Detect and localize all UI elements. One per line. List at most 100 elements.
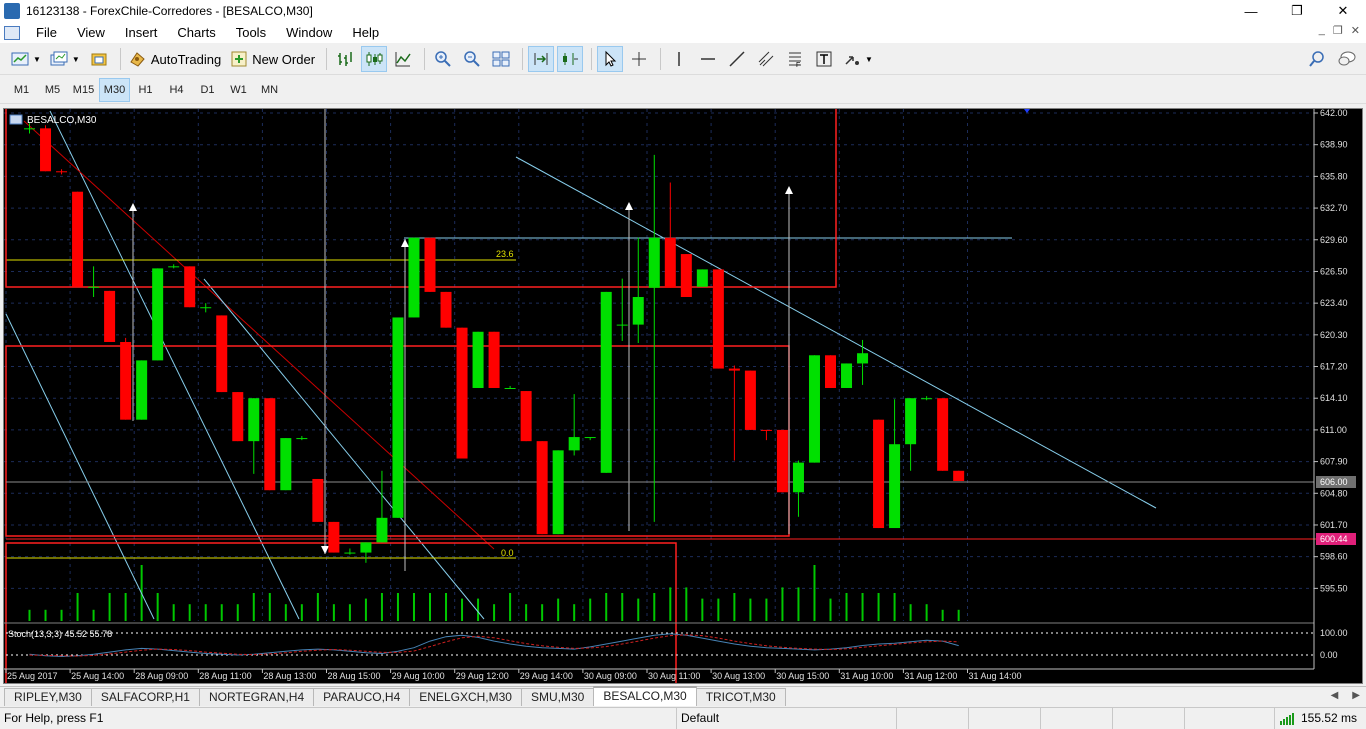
menu-view[interactable]: View: [67, 22, 115, 43]
candle-body[interactable]: [264, 398, 276, 491]
price-chart[interactable]: 642.00 638.90 635.80 632.70 629.60 626.50 623.…: [4, 109, 1362, 683]
candle-body[interactable]: [552, 450, 564, 535]
candle-body[interactable]: [472, 331, 484, 388]
menu-help[interactable]: Help: [342, 22, 389, 43]
tab-nortegran[interactable]: NORTEGRAN,H4: [198, 688, 315, 706]
candle-body[interactable]: [88, 286, 100, 288]
profiles-button[interactable]: ▼: [47, 46, 83, 72]
timeframe-mn[interactable]: MN: [254, 78, 285, 102]
tab-scroll-left-icon[interactable]: ◀: [1331, 690, 1339, 701]
candle-body[interactable]: [360, 542, 372, 553]
arrow-up-marker[interactable]: [401, 239, 409, 247]
candle-body[interactable]: [728, 368, 740, 371]
candle-body[interactable]: [312, 478, 324, 522]
candle-body[interactable]: [921, 398, 933, 400]
arrow-down-marker[interactable]: [321, 546, 329, 554]
candle-body[interactable]: [680, 254, 692, 298]
candle-body[interactable]: [216, 315, 228, 393]
candle-body[interactable]: [328, 521, 340, 553]
rectangle-zone-3[interactable]: [5, 542, 677, 683]
search-button[interactable]: [1308, 50, 1326, 71]
zoom-out-button[interactable]: [459, 46, 485, 72]
horizontal-line-button[interactable]: [695, 46, 721, 72]
new-chart-button[interactable]: ▼: [8, 46, 44, 72]
menu-window[interactable]: Window: [276, 22, 342, 43]
candle-body[interactable]: [905, 398, 917, 445]
candle-body[interactable]: [937, 398, 949, 471]
candle-body[interactable]: [632, 297, 644, 325]
tab-tricot[interactable]: TRICOT,M30: [695, 688, 786, 706]
candle-body[interactable]: [168, 266, 180, 268]
candle-body[interactable]: [776, 429, 788, 493]
arrows-tool-button[interactable]: ▼: [840, 46, 876, 72]
candle-body[interactable]: [120, 341, 132, 420]
trendline-button[interactable]: [724, 46, 750, 72]
candle-body[interactable]: [488, 331, 500, 388]
candle-body[interactable]: [392, 317, 404, 518]
candle-body[interactable]: [200, 307, 212, 309]
candle-body[interactable]: [889, 444, 901, 529]
chart-shift-button[interactable]: [557, 46, 584, 72]
candle-body[interactable]: [248, 398, 260, 442]
candle-body[interactable]: [808, 355, 820, 463]
vertical-line-button[interactable]: [666, 46, 692, 72]
status-profile[interactable]: Default: [676, 707, 896, 729]
candle-body[interactable]: [696, 269, 708, 287]
bar-chart-button[interactable]: [332, 46, 358, 72]
candle-body[interactable]: [664, 237, 676, 288]
connection-status[interactable]: 155.52 ms: [1274, 707, 1366, 729]
candle-body[interactable]: [376, 517, 388, 543]
tile-windows-button[interactable]: [488, 46, 514, 72]
menu-charts[interactable]: Charts: [167, 22, 225, 43]
tab-besalco[interactable]: BESALCO,M30: [593, 686, 697, 706]
candle-body[interactable]: [24, 128, 35, 130]
menu-tools[interactable]: Tools: [226, 22, 276, 43]
menu-file[interactable]: File: [26, 22, 67, 43]
tab-enelgxch[interactable]: ENELGXCH,M30: [409, 688, 522, 706]
candle-body[interactable]: [296, 438, 308, 440]
timeframe-m1[interactable]: M1: [6, 78, 37, 102]
regression-channel-mid[interactable]: [23, 120, 495, 550]
candlestick-chart-button[interactable]: [361, 46, 388, 72]
regression-channel-extra[interactable]: [203, 278, 485, 620]
tab-smu[interactable]: SMU,M30: [520, 688, 595, 706]
candle-body[interactable]: [136, 360, 148, 420]
mdi-restore-button[interactable]: ❐: [1333, 24, 1343, 37]
chart-window[interactable]: 642.00 638.90 635.80 632.70 629.60 626.50 623.…: [3, 108, 1363, 684]
market-watch-button[interactable]: [86, 46, 112, 72]
chat-button[interactable]: [1338, 50, 1356, 71]
timeframe-m30[interactable]: M30: [99, 77, 130, 102]
zoom-in-button[interactable]: [430, 46, 456, 72]
text-tool-button[interactable]: [811, 46, 837, 72]
autotrading-button[interactable]: AutoTrading: [126, 46, 224, 72]
candle-body[interactable]: [616, 324, 628, 326]
candle-body[interactable]: [504, 387, 516, 389]
close-button[interactable]: ✕: [1320, 0, 1366, 22]
candle-body[interactable]: [841, 363, 853, 388]
timeframe-h4[interactable]: H4: [161, 78, 192, 102]
fibonacci-button[interactable]: F: [782, 46, 808, 72]
candle-body[interactable]: [184, 266, 196, 308]
candle-body[interactable]: [825, 355, 836, 388]
candle-body[interactable]: [873, 419, 885, 529]
mdi-close-button[interactable]: ✕: [1351, 24, 1360, 37]
candle-body[interactable]: [584, 437, 596, 439]
candle-body[interactable]: [280, 438, 292, 491]
candle-body[interactable]: [792, 462, 804, 493]
crosshair-button[interactable]: [626, 46, 652, 72]
timeframe-m15[interactable]: M15: [68, 78, 99, 102]
equidistant-channel-button[interactable]: [753, 46, 779, 72]
mdi-minimize-button[interactable]: _: [1319, 24, 1325, 37]
arrow-up-marker[interactable]: [129, 203, 137, 211]
chart-window-icon[interactable]: [4, 25, 20, 40]
candle-body[interactable]: [424, 237, 436, 292]
menu-insert[interactable]: Insert: [115, 22, 168, 43]
candle-body[interactable]: [440, 291, 452, 328]
candle-body[interactable]: [56, 171, 68, 173]
line-chart-button[interactable]: [390, 46, 416, 72]
candle-body[interactable]: [744, 370, 756, 430]
new-order-button[interactable]: New Order: [227, 46, 318, 72]
candle-body[interactable]: [344, 552, 356, 554]
cursor-button[interactable]: [597, 46, 624, 72]
candle-body[interactable]: [232, 392, 244, 442]
